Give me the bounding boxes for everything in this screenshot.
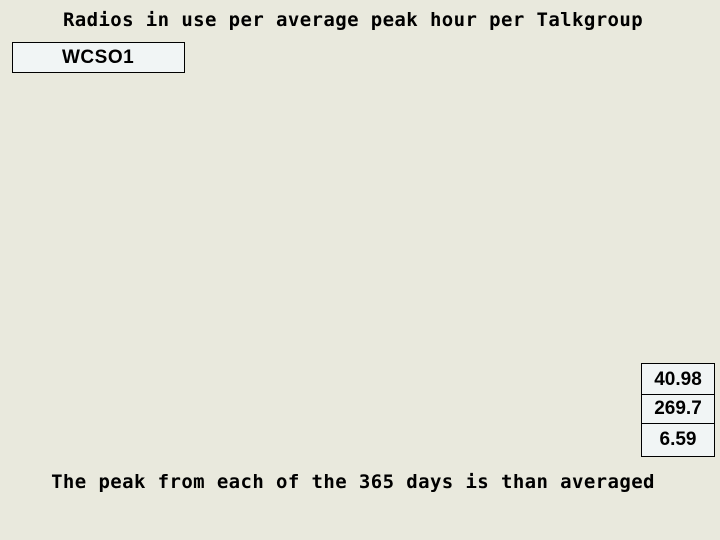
values-panel: 40.98 269.7 6.59 bbox=[641, 363, 715, 457]
talkgroup-label-box: WCSO1 bbox=[12, 42, 185, 73]
value-ratio: 6.59 bbox=[642, 423, 714, 456]
page-title: Radios in use per average peak hour per … bbox=[62, 9, 644, 31]
footer-note: The peak from each of the 365 days is th… bbox=[51, 471, 655, 493]
talkgroup-label: WCSO1 bbox=[62, 47, 135, 68]
value-average-radios: 40.98 bbox=[654, 369, 702, 390]
value-peak-total: 269.7 bbox=[642, 394, 714, 423]
